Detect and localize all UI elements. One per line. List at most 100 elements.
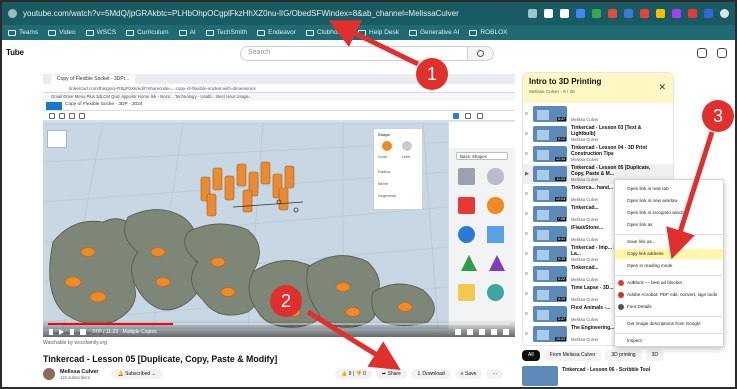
playlist-item-title[interactable]: Tinkercad - Lesson 04 - 3D Print Constru… xyxy=(571,145,651,157)
chip-3d-printing[interactable]: 3D printing xyxy=(605,350,642,361)
next-icon[interactable] xyxy=(70,328,74,335)
download-button[interactable]: ↧ Download xyxy=(410,369,451,379)
url-text[interactable]: youtube.com/watch?v=5MdQ/jpGRAkbtc=PLHbO… xyxy=(23,9,522,18)
playlist-item-thumbnail[interactable]: 9:35 xyxy=(533,246,567,262)
context-menu-item[interactable]: Font Details xyxy=(615,302,723,312)
site-info-icon[interactable] xyxy=(8,9,17,18)
playlist-item-thumbnail[interactable]: 11:23 xyxy=(533,166,567,182)
related-video-thumbnail[interactable] xyxy=(522,366,558,386)
playlist-item[interactable]: ≡ 9:12 Tinkercad - Lesson 03 [Text & Light… xyxy=(523,124,673,144)
annotation-marker-3: 3 xyxy=(702,100,734,132)
create-icon[interactable] xyxy=(697,48,707,58)
context-menu-item[interactable]: Open link in incognito window xyxy=(615,208,723,218)
playlist-item-thumbnail[interactable]: 10:04 xyxy=(533,186,567,202)
extension-icon[interactable] xyxy=(656,9,665,18)
bookmark-item[interactable]: Endeavor xyxy=(257,29,296,36)
share-button[interactable]: ➦ Share xyxy=(375,369,407,379)
notifications-icon[interactable] xyxy=(717,48,727,58)
context-menu-item[interactable]: Open in reading mode xyxy=(615,261,723,271)
playlist-item-thumbnail[interactable]: 6:41 xyxy=(533,226,567,242)
extension-icon[interactable] xyxy=(624,9,633,18)
bookmark-item[interactable]: Teams xyxy=(8,29,38,36)
extension-icon[interactable] xyxy=(608,9,617,18)
extension-icon[interactable] xyxy=(592,9,601,18)
context-menu-item[interactable]: Open link as xyxy=(615,220,723,230)
cylinder-shape xyxy=(487,197,504,214)
playlist-item-thumbnail[interactable]: 8:47 xyxy=(533,106,567,122)
bookmark-item[interactable]: AI xyxy=(178,29,196,36)
bookmark-item[interactable]: Clubhouse xyxy=(305,29,348,36)
more-actions-button[interactable]: ⋯ xyxy=(486,369,504,379)
folder-icon xyxy=(305,29,314,36)
playlist-item-thumbnail[interactable]: 5:22 xyxy=(533,266,567,282)
playlist-title[interactable]: Intro to 3D Printing xyxy=(529,77,601,86)
search-button[interactable] xyxy=(468,46,494,61)
channel-avatar[interactable] xyxy=(43,368,55,380)
extension-icon[interactable] xyxy=(640,9,649,18)
bookmark-item[interactable]: WSCS xyxy=(85,29,116,36)
playlist-header: Intro to 3D Printing Melissa Culver - 6 … xyxy=(523,73,673,103)
like-button[interactable]: 👍 9 | 👎 0 xyxy=(335,369,372,379)
volume-icon[interactable] xyxy=(80,328,86,335)
playlist-item[interactable]: ≡ 8:47 Melissa Culver xyxy=(523,104,673,124)
context-menu-item[interactable]: Adobe Acrobat: PDF edit, convert, sign t… xyxy=(615,290,723,300)
extension-icon[interactable] xyxy=(544,9,553,18)
context-menu-item[interactable]: AdBlock — best ad blocker xyxy=(615,278,723,288)
miniplayer-icon[interactable] xyxy=(491,328,497,335)
video-progress-bar[interactable] xyxy=(48,323,510,325)
captions-icon[interactable] xyxy=(467,328,473,335)
close-icon[interactable]: ✕ xyxy=(658,82,666,93)
playlist-item-thumbnail[interactable]: 7:58 xyxy=(533,206,567,222)
settings-icon[interactable] xyxy=(479,328,485,335)
subscribed-button[interactable]: 🔔 Subscribed ⌄ xyxy=(110,369,163,379)
playlist-item-thumbnail[interactable]: 4:10 xyxy=(533,286,567,302)
context-menu-item[interactable]: Open link in new window xyxy=(615,196,723,206)
extension-icon[interactable] xyxy=(704,9,713,18)
extension-icon[interactable] xyxy=(560,9,569,18)
folder-icon xyxy=(205,29,214,36)
browser-window: youtube.com/watch?v=5MdQ/jpGRAkbtc=PLHbO… xyxy=(0,0,737,389)
bookmark-item[interactable]: Video xyxy=(48,29,76,36)
context-menu-item[interactable]: Save link as... xyxy=(615,237,723,247)
context-menu-item[interactable]: Open link in new tab xyxy=(615,184,723,194)
bookmark-item[interactable]: Curriculum xyxy=(126,29,169,36)
playlist-item-thumbnail[interactable]: 12:34 xyxy=(533,146,567,162)
address-bar[interactable]: youtube.com/watch?v=5MdQ/jpGRAkbtc=PLHbO… xyxy=(2,2,735,25)
related-video-title[interactable]: Tinkercad - Lesson 06 - Scribble Tool xyxy=(562,367,652,373)
bookmark-item[interactable]: ROBLOX xyxy=(469,29,507,36)
related-video-item[interactable]: Tinkercad - Lesson 06 - Scribble Tool xyxy=(522,365,672,387)
context-menu-item[interactable]: Get image descriptions from Google xyxy=(615,319,723,329)
chip-3d[interactable]: 3D xyxy=(645,350,664,361)
context-menu-item[interactable]: Inspect xyxy=(615,336,723,346)
playlist-item-author: Melissa Culver xyxy=(571,337,599,342)
extension-icon[interactable] xyxy=(672,9,681,18)
autoplay-icon[interactable] xyxy=(455,328,461,335)
drag-handle-icon: ≡ xyxy=(525,291,528,297)
extension-icon[interactable] xyxy=(576,9,585,18)
save-button[interactable]: ≡ Save xyxy=(454,369,483,379)
playlist-item-thumbnail[interactable]: 9:12 xyxy=(533,126,567,142)
playlist-item-thumbnail[interactable]: 15:02 xyxy=(533,326,567,342)
shape-panel-row: Hole xyxy=(402,154,411,159)
bookmark-item[interactable]: TechSmith xyxy=(205,29,247,36)
fullscreen-icon[interactable] xyxy=(503,328,509,335)
previous-icon[interactable] xyxy=(49,328,53,335)
chip-from-channel[interactable]: From Melissa Culver xyxy=(543,350,602,361)
playlist-item[interactable]: ≡ 12:34 Tinkercad - Lesson 04 - 3D Print C… xyxy=(523,144,673,164)
subscriber-count: 116 subscribers xyxy=(60,374,91,380)
context-menu-item[interactable]: Copy link address xyxy=(615,249,723,259)
profile-icon[interactable] xyxy=(720,9,729,18)
bookmark-item[interactable]: Generative AI xyxy=(409,29,459,36)
playlist-item-title[interactable]: Tinkercad - Lesson 03 [Text & Lightbulb] xyxy=(571,125,651,137)
shape-panel-row: Solid xyxy=(378,154,387,159)
bookmark-item[interactable]: Help Desk xyxy=(358,29,399,36)
youtube-logo[interactable]: Tube xyxy=(6,48,24,57)
playlist-item-thumbnail[interactable]: 3:47 xyxy=(533,306,567,322)
context-menu-label: Adobe Acrobat: PDF edit, convert, sign t… xyxy=(627,292,718,297)
playlist-item-title[interactable]: Tinkercad - Lesson 05 [Duplicate, Copy, … xyxy=(571,165,651,177)
play-icon[interactable] xyxy=(59,328,64,335)
extension-icon[interactable] xyxy=(528,9,537,18)
extension-icon[interactable] xyxy=(688,9,697,18)
context-menu-label: Copy link address xyxy=(627,251,664,256)
chip-all[interactable]: All xyxy=(522,350,540,361)
